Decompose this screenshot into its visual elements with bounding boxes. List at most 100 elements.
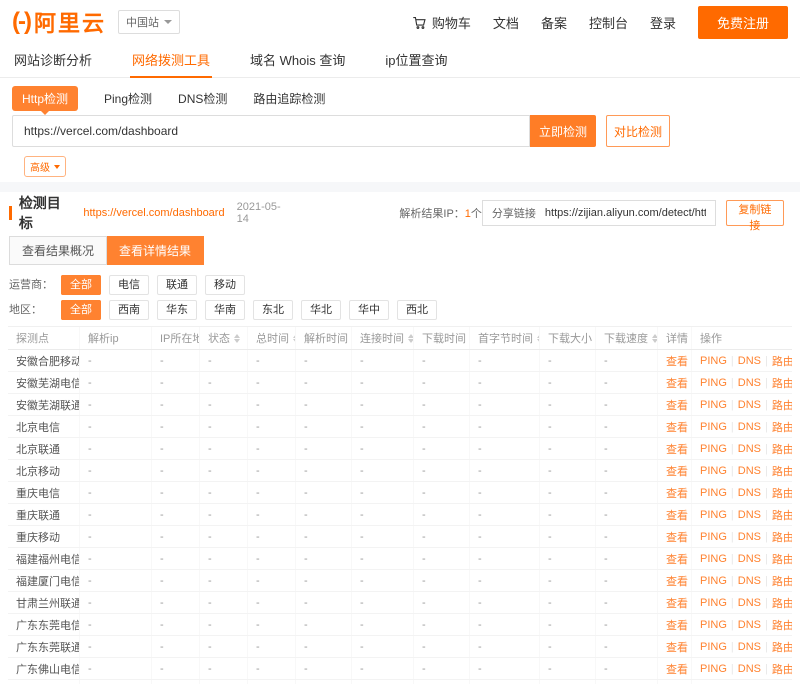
traceroute-link[interactable]: 路由追踪 [772, 529, 792, 545]
view-detail-link[interactable]: 查看 [666, 661, 688, 677]
console-menu-item[interactable]: 控制台 [589, 13, 628, 32]
ping-link[interactable]: PING [700, 443, 727, 455]
ping-link[interactable]: PING [700, 575, 727, 587]
aliyun-logo[interactable]: (-) 阿里云 [12, 6, 106, 38]
ping-link[interactable]: PING [700, 421, 727, 433]
traceroute-link[interactable]: 路由追踪 [772, 573, 792, 589]
view-detail-link[interactable]: 查看 [666, 617, 688, 633]
view-detail-link[interactable]: 查看 [666, 551, 688, 567]
ping-link[interactable]: PING [700, 377, 727, 389]
share-link-url[interactable]: https://zijian.aliyun.com/detect/http/HT… [545, 207, 706, 219]
dns-link[interactable]: DNS [738, 619, 761, 631]
dns-link[interactable]: DNS [738, 553, 761, 565]
ping-link[interactable]: PING [700, 509, 727, 521]
view-detail-link[interactable]: 查看 [666, 419, 688, 435]
compare-detect-button[interactable]: 对比检测 [606, 115, 670, 147]
dns-link[interactable]: DNS [738, 399, 761, 411]
url-input[interactable] [12, 115, 530, 147]
ping-link[interactable]: PING [700, 465, 727, 477]
traceroute-link[interactable]: 路由追踪 [772, 419, 792, 435]
ping-link[interactable]: PING [700, 355, 727, 367]
traceroute-link[interactable]: 路由追踪 [772, 353, 792, 369]
traceroute-link[interactable]: 路由追踪 [772, 661, 792, 677]
region-filter-pill[interactable]: 西北 [397, 300, 437, 320]
view-detail-link[interactable]: 查看 [666, 485, 688, 501]
ping-link[interactable]: PING [700, 597, 727, 609]
docs-menu-item[interactable]: 文档 [493, 13, 519, 32]
dns-link[interactable]: DNS [738, 531, 761, 543]
dns-link[interactable]: DNS [738, 487, 761, 499]
login-menu-item[interactable]: 登录 [650, 13, 676, 32]
tab-view-detail[interactable]: 查看详情结果 [107, 236, 204, 265]
region-filter-pill[interactable]: 东北 [253, 300, 293, 320]
region-selector[interactable]: 中国站 [118, 10, 180, 34]
region-filter-pill[interactable]: 华北 [301, 300, 341, 320]
dns-link[interactable]: DNS [738, 641, 761, 653]
view-detail-link[interactable]: 查看 [666, 507, 688, 523]
nav-tab-ip-location[interactable]: ip位置查询 [383, 44, 449, 77]
traceroute-link[interactable]: 路由追踪 [772, 507, 792, 523]
col-resolve-time[interactable]: 解析时间 [296, 327, 352, 349]
region-filter-pill[interactable]: 华中 [349, 300, 389, 320]
dns-link[interactable]: DNS [738, 509, 761, 521]
tab-http-detect[interactable]: Http检测 [12, 86, 78, 111]
dns-link[interactable]: DNS [738, 597, 761, 609]
traceroute-link[interactable]: 路由追踪 [772, 485, 792, 501]
view-detail-link[interactable]: 查看 [666, 573, 688, 589]
nav-tab-whois[interactable]: 域名 Whois 查询 [248, 44, 347, 77]
ping-link[interactable]: PING [700, 641, 727, 653]
ping-link[interactable]: PING [700, 553, 727, 565]
carrier-filter-pill[interactable]: 全部 [61, 275, 101, 295]
dns-link[interactable]: DNS [738, 421, 761, 433]
traceroute-link[interactable]: 路由追踪 [772, 551, 792, 567]
dns-link[interactable]: DNS [738, 663, 761, 675]
traceroute-link[interactable]: 路由追踪 [772, 441, 792, 457]
view-detail-link[interactable]: 查看 [666, 639, 688, 655]
tab-ping-detect[interactable]: Ping检测 [104, 90, 152, 107]
ping-link[interactable]: PING [700, 619, 727, 631]
view-detail-link[interactable]: 查看 [666, 595, 688, 611]
traceroute-link[interactable]: 路由追踪 [772, 639, 792, 655]
col-download-time[interactable]: 下载时间 [414, 327, 470, 349]
view-detail-link[interactable]: 查看 [666, 529, 688, 545]
ping-link[interactable]: PING [700, 531, 727, 543]
col-first-byte-time[interactable]: 首字节时间 [470, 327, 540, 349]
target-url-link[interactable]: https://vercel.com/dashboard [83, 207, 224, 219]
sort-icon[interactable] [234, 334, 240, 343]
nav-tab-network-probe[interactable]: 网络拨测工具 [130, 44, 212, 77]
cart-menu-item[interactable]: 购物车 [412, 13, 471, 32]
register-button[interactable]: 免费注册 [698, 6, 788, 39]
col-status[interactable]: 状态 [200, 327, 248, 349]
col-download-size[interactable]: 下载大小 [540, 327, 596, 349]
detect-now-button[interactable]: 立即检测 [530, 115, 596, 147]
ping-link[interactable]: PING [700, 487, 727, 499]
dns-link[interactable]: DNS [738, 465, 761, 477]
view-detail-link[interactable]: 查看 [666, 441, 688, 457]
advanced-options-toggle[interactable]: 高级 [24, 156, 66, 177]
tab-dns-detect[interactable]: DNS检测 [178, 90, 227, 107]
traceroute-link[interactable]: 路由追踪 [772, 463, 792, 479]
carrier-filter-pill[interactable]: 电信 [109, 275, 149, 295]
view-detail-link[interactable]: 查看 [666, 463, 688, 479]
ping-link[interactable]: PING [700, 663, 727, 675]
region-filter-pill[interactable]: 西南 [109, 300, 149, 320]
traceroute-link[interactable]: 路由追踪 [772, 397, 792, 413]
col-download-speed[interactable]: 下载速度 [596, 327, 658, 349]
traceroute-link[interactable]: 路由追踪 [772, 617, 792, 633]
carrier-filter-pill[interactable]: 移动 [205, 275, 245, 295]
tab-traceroute-detect[interactable]: 路由追踪检测 [253, 90, 325, 107]
view-detail-link[interactable]: 查看 [666, 375, 688, 391]
col-connect-time[interactable]: 连接时间 [352, 327, 414, 349]
dns-link[interactable]: DNS [738, 377, 761, 389]
tab-view-overview[interactable]: 查看结果概况 [9, 236, 107, 265]
dns-link[interactable]: DNS [738, 443, 761, 455]
region-filter-pill[interactable]: 全部 [61, 300, 101, 320]
region-filter-pill[interactable]: 华南 [205, 300, 245, 320]
nav-tab-site-diagnosis[interactable]: 网站诊断分析 [12, 44, 94, 77]
view-detail-link[interactable]: 查看 [666, 397, 688, 413]
carrier-filter-pill[interactable]: 联通 [157, 275, 197, 295]
copy-link-button[interactable]: 复制链接 [726, 200, 784, 226]
traceroute-link[interactable]: 路由追踪 [772, 595, 792, 611]
region-filter-pill[interactable]: 华东 [157, 300, 197, 320]
view-detail-link[interactable]: 查看 [666, 353, 688, 369]
